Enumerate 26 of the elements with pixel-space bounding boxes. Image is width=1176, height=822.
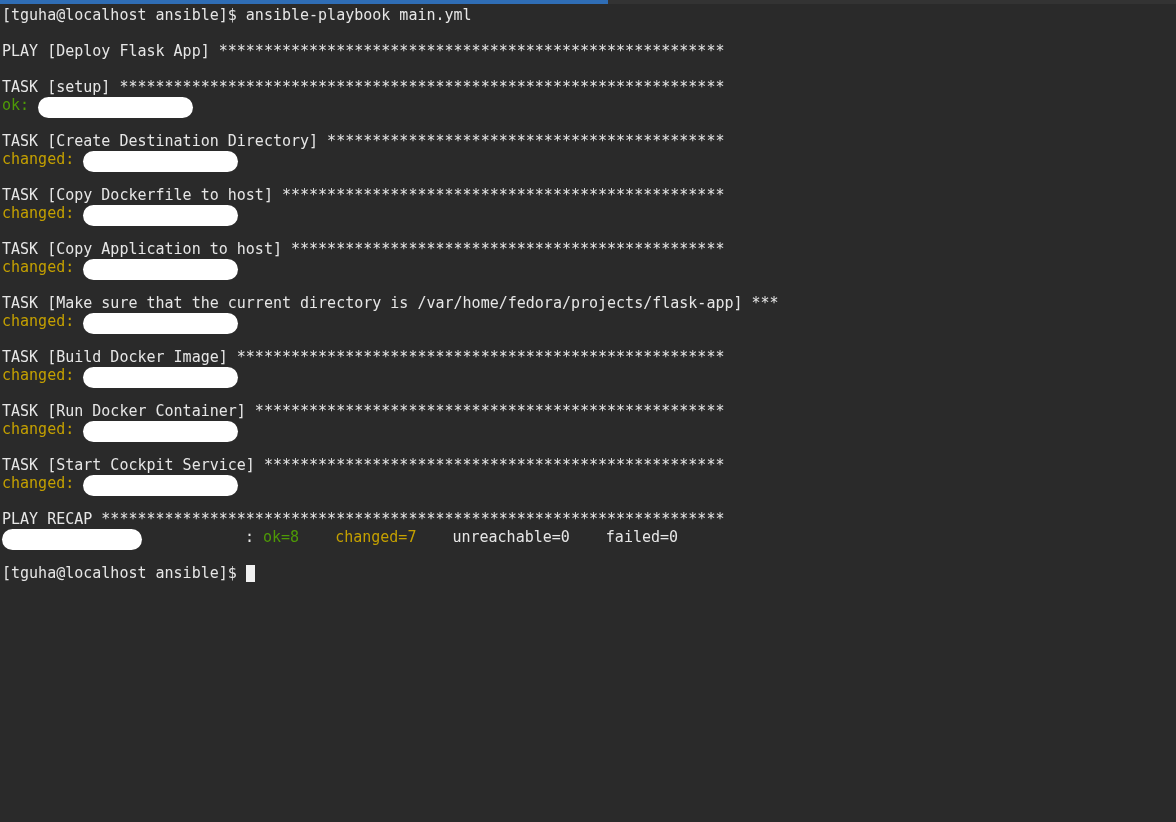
- task-header: TASK [Build Docker Image] ******************************************************: [2, 348, 726, 366]
- task-status: changed:: [2, 204, 75, 222]
- task-header: TASK [Copy Application to host] ************************************************: [2, 240, 726, 258]
- task-header: TASK [Copy Dockerfile to host] *************************************************: [2, 186, 726, 204]
- task-header: TASK [setup] *******************************************************************: [2, 78, 726, 96]
- task-status: changed:: [2, 258, 75, 276]
- recap-stat: changed=7: [335, 528, 417, 546]
- task-status: ok:: [2, 96, 30, 114]
- cursor: [245, 564, 255, 582]
- play-header: PLAY [Deploy Flask App] ********************************************************: [2, 42, 726, 60]
- task-status: changed:: [2, 366, 75, 384]
- recap-stat: failed=0: [605, 528, 679, 546]
- recap-separator: :: [245, 528, 255, 546]
- task-status: changed:: [2, 474, 75, 492]
- command-line: [tguha@localhost ansible]$ ansible-playbook main.yml: [2, 6, 473, 24]
- task-header: TASK [Start Cockpit Service] ***************************************************: [2, 456, 726, 474]
- recap-stat: ok=8: [263, 528, 300, 546]
- task-header: TASK [Run Docker Container] ****************************************************: [2, 402, 726, 420]
- task-status: changed:: [2, 150, 75, 168]
- task-header: TASK [Create Destination Directory] ********************************************: [2, 132, 726, 150]
- task-status: changed:: [2, 312, 75, 330]
- shell-prompt: [tguha@localhost ansible]$: [2, 564, 237, 582]
- recap-header: PLAY RECAP *********************************************************************: [2, 510, 726, 528]
- task-status: changed:: [2, 420, 75, 438]
- recap-stat: unreachable=0: [452, 528, 570, 546]
- task-header: TASK [Make sure that the current directory is /var/home/fedora/projects/flask-app] ***: [2, 294, 780, 312]
